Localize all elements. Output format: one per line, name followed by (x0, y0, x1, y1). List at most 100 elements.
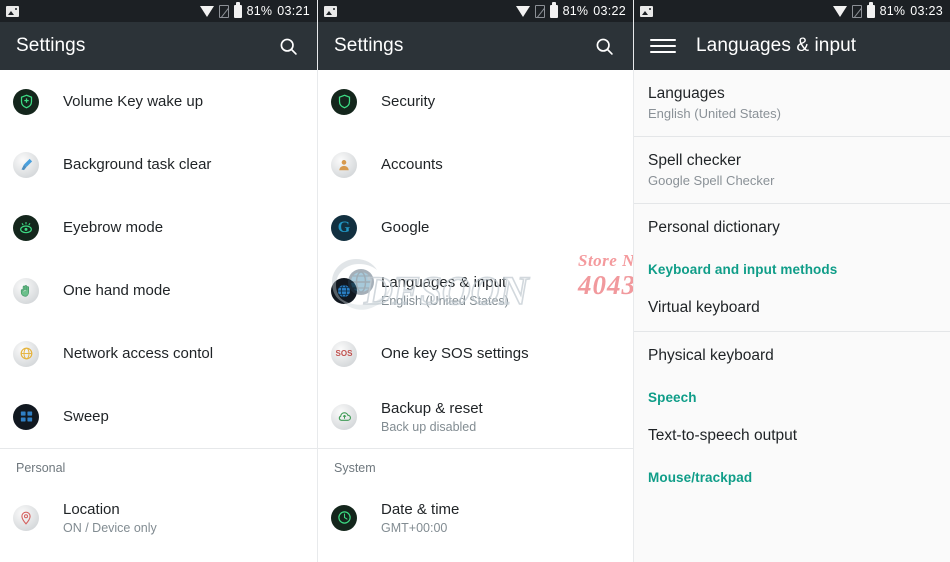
list-item[interactable]: One hand mode (0, 259, 317, 322)
battery-icon (233, 2, 242, 18)
battery-percent: 81% (879, 4, 906, 18)
list-item-sublabel: GMT+00:00 (381, 520, 448, 535)
list-item[interactable]: G Google (318, 196, 633, 259)
list-item[interactable]: SOS One key SOS settings (318, 322, 633, 385)
list-item-label: Eyebrow mode (63, 219, 164, 236)
status-bar-left (324, 5, 337, 17)
google-icon: G (331, 214, 357, 241)
list-item-physical-keyboard[interactable]: Physical keyboard (634, 332, 950, 379)
list-item-label: One key SOS settings (381, 345, 529, 362)
list-item-personal-dictionary[interactable]: Personal dictionary (634, 204, 950, 251)
battery-percent: 81% (246, 4, 273, 18)
status-bar-clock: 03:21 (277, 4, 310, 18)
list-item-sublabel: English (United States) (381, 293, 509, 308)
status-bar-left (640, 5, 653, 17)
section-header-speech: Speech (648, 390, 697, 405)
list-item-virtual-keyboard[interactable]: Virtual keyboard (634, 284, 950, 332)
eye-icon (13, 214, 39, 241)
list-item-text: Network access contol (63, 344, 213, 363)
photo-icon (324, 5, 337, 17)
list-item-label: Backup & reset (381, 399, 483, 417)
list-item[interactable]: Background task clear (0, 133, 317, 196)
list-item-text: Languages & input English (United States… (381, 273, 509, 309)
list-item-text: Volume Key wake up (63, 92, 203, 111)
list-item-sublabel: ON / Device only (63, 520, 157, 535)
page-title: Settings (334, 35, 404, 56)
list-item-text: Location ON / Device only (63, 500, 157, 536)
list-item-label: Personal dictionary (648, 219, 780, 236)
list-item-label: Date & time (381, 500, 460, 518)
settings-list-2[interactable]: Security Accounts G Google Languages & i… (318, 70, 633, 562)
list-item-text: Sweep (63, 407, 109, 426)
sos-text: SOS (335, 348, 353, 358)
status-bar-2: 81% 03:22 (318, 0, 633, 22)
list-item-sublabel: English (United States) (648, 106, 781, 121)
sos-icon: SOS (331, 340, 357, 367)
list-item-label: Text-to-speech output (648, 427, 798, 444)
list-item-location[interactable]: Location ON / Device only (0, 486, 317, 549)
status-bar-right: 81% 03:23 (832, 2, 943, 18)
photo-icon (6, 5, 19, 17)
hamburger-menu-icon[interactable] (650, 33, 676, 59)
clock-icon (331, 504, 357, 531)
status-bar-1: 81% 03:21 (0, 0, 317, 22)
list-item-languages[interactable]: Languages English (United States) (634, 70, 950, 137)
battery-icon (549, 2, 558, 18)
list-item-text: Accounts (381, 155, 443, 174)
status-bar-3: 81% 03:23 (634, 0, 950, 22)
list-item[interactable]: Eyebrow mode (0, 196, 317, 259)
list-item-label: Spell checker (648, 152, 742, 169)
list-item-label: Volume Key wake up (63, 93, 204, 110)
screen-settings-1: 81% 03:21 Settings Volume Key wake up Ba… (0, 0, 317, 562)
section-header-keyboard-input-methods: Keyboard and input methods (648, 262, 838, 277)
list-item[interactable]: Security (318, 70, 633, 133)
page-title: Settings (16, 35, 86, 56)
status-bar-clock: 03:23 (910, 4, 943, 18)
list-item-label: Background task clear (63, 156, 212, 173)
search-icon[interactable] (589, 31, 619, 61)
languages-input-list[interactable]: Languages English (United States) Spell … (634, 70, 950, 562)
list-item-text: Eyebrow mode (63, 218, 163, 237)
person-icon (331, 151, 357, 178)
list-item-text: Security (381, 92, 435, 111)
list-item-label: Security (381, 93, 436, 110)
settings-list-1[interactable]: Volume Key wake up Background task clear… (0, 70, 317, 562)
list-item-text: One hand mode (63, 281, 171, 300)
list-item-languages[interactable]: Languages & input English (United States… (318, 259, 633, 322)
wifi-icon (832, 5, 847, 17)
list-item[interactable]: Network access contol (0, 322, 317, 385)
list-item-date-time[interactable]: Date & time GMT+00:00 (318, 486, 633, 549)
globe-lock-icon (13, 340, 39, 367)
screen-settings-2: 81% 03:22 Settings Security Accounts G G… (317, 0, 634, 562)
status-bar-clock: 03:22 (593, 4, 626, 18)
search-icon[interactable] (273, 31, 303, 61)
grid-icon (13, 403, 39, 430)
list-item-sublabel: Back up disabled (381, 419, 477, 434)
list-item-label: Sweep (63, 408, 109, 425)
status-bar-left (6, 5, 19, 17)
list-item-label: Accounts (381, 156, 443, 173)
list-item[interactable]: Backup & reset Back up disabled (318, 385, 633, 448)
list-item-text: Date & time GMT+00:00 (381, 500, 459, 536)
list-item[interactable]: Volume Key wake up (0, 70, 317, 133)
list-item-spell-checker[interactable]: Spell checker Google Spell Checker (634, 137, 950, 204)
hand-icon (13, 277, 39, 304)
list-item-text: Backup & reset Back up disabled (381, 399, 483, 435)
shield-power-icon (13, 88, 39, 115)
list-item[interactable]: Accounts (318, 133, 633, 196)
list-item-label: One hand mode (63, 282, 171, 299)
status-bar-right: 81% 03:21 (199, 2, 310, 18)
wifi-icon (199, 5, 214, 17)
list-item-text-to-speech-output[interactable]: Text-to-speech output (634, 412, 950, 459)
status-bar-right: 81% 03:22 (515, 2, 626, 18)
list-item-label: Location (63, 500, 120, 518)
sim-off-icon (851, 4, 862, 18)
section-header-system: System (318, 448, 633, 486)
list-item-label: Google (381, 219, 430, 236)
location-pin-icon (13, 504, 39, 531)
list-item-label: Physical keyboard (648, 347, 774, 364)
photo-icon (640, 5, 653, 17)
list-item[interactable]: Sweep (0, 385, 317, 448)
page-title: Languages & input (696, 35, 857, 56)
globe-icon (331, 277, 357, 304)
